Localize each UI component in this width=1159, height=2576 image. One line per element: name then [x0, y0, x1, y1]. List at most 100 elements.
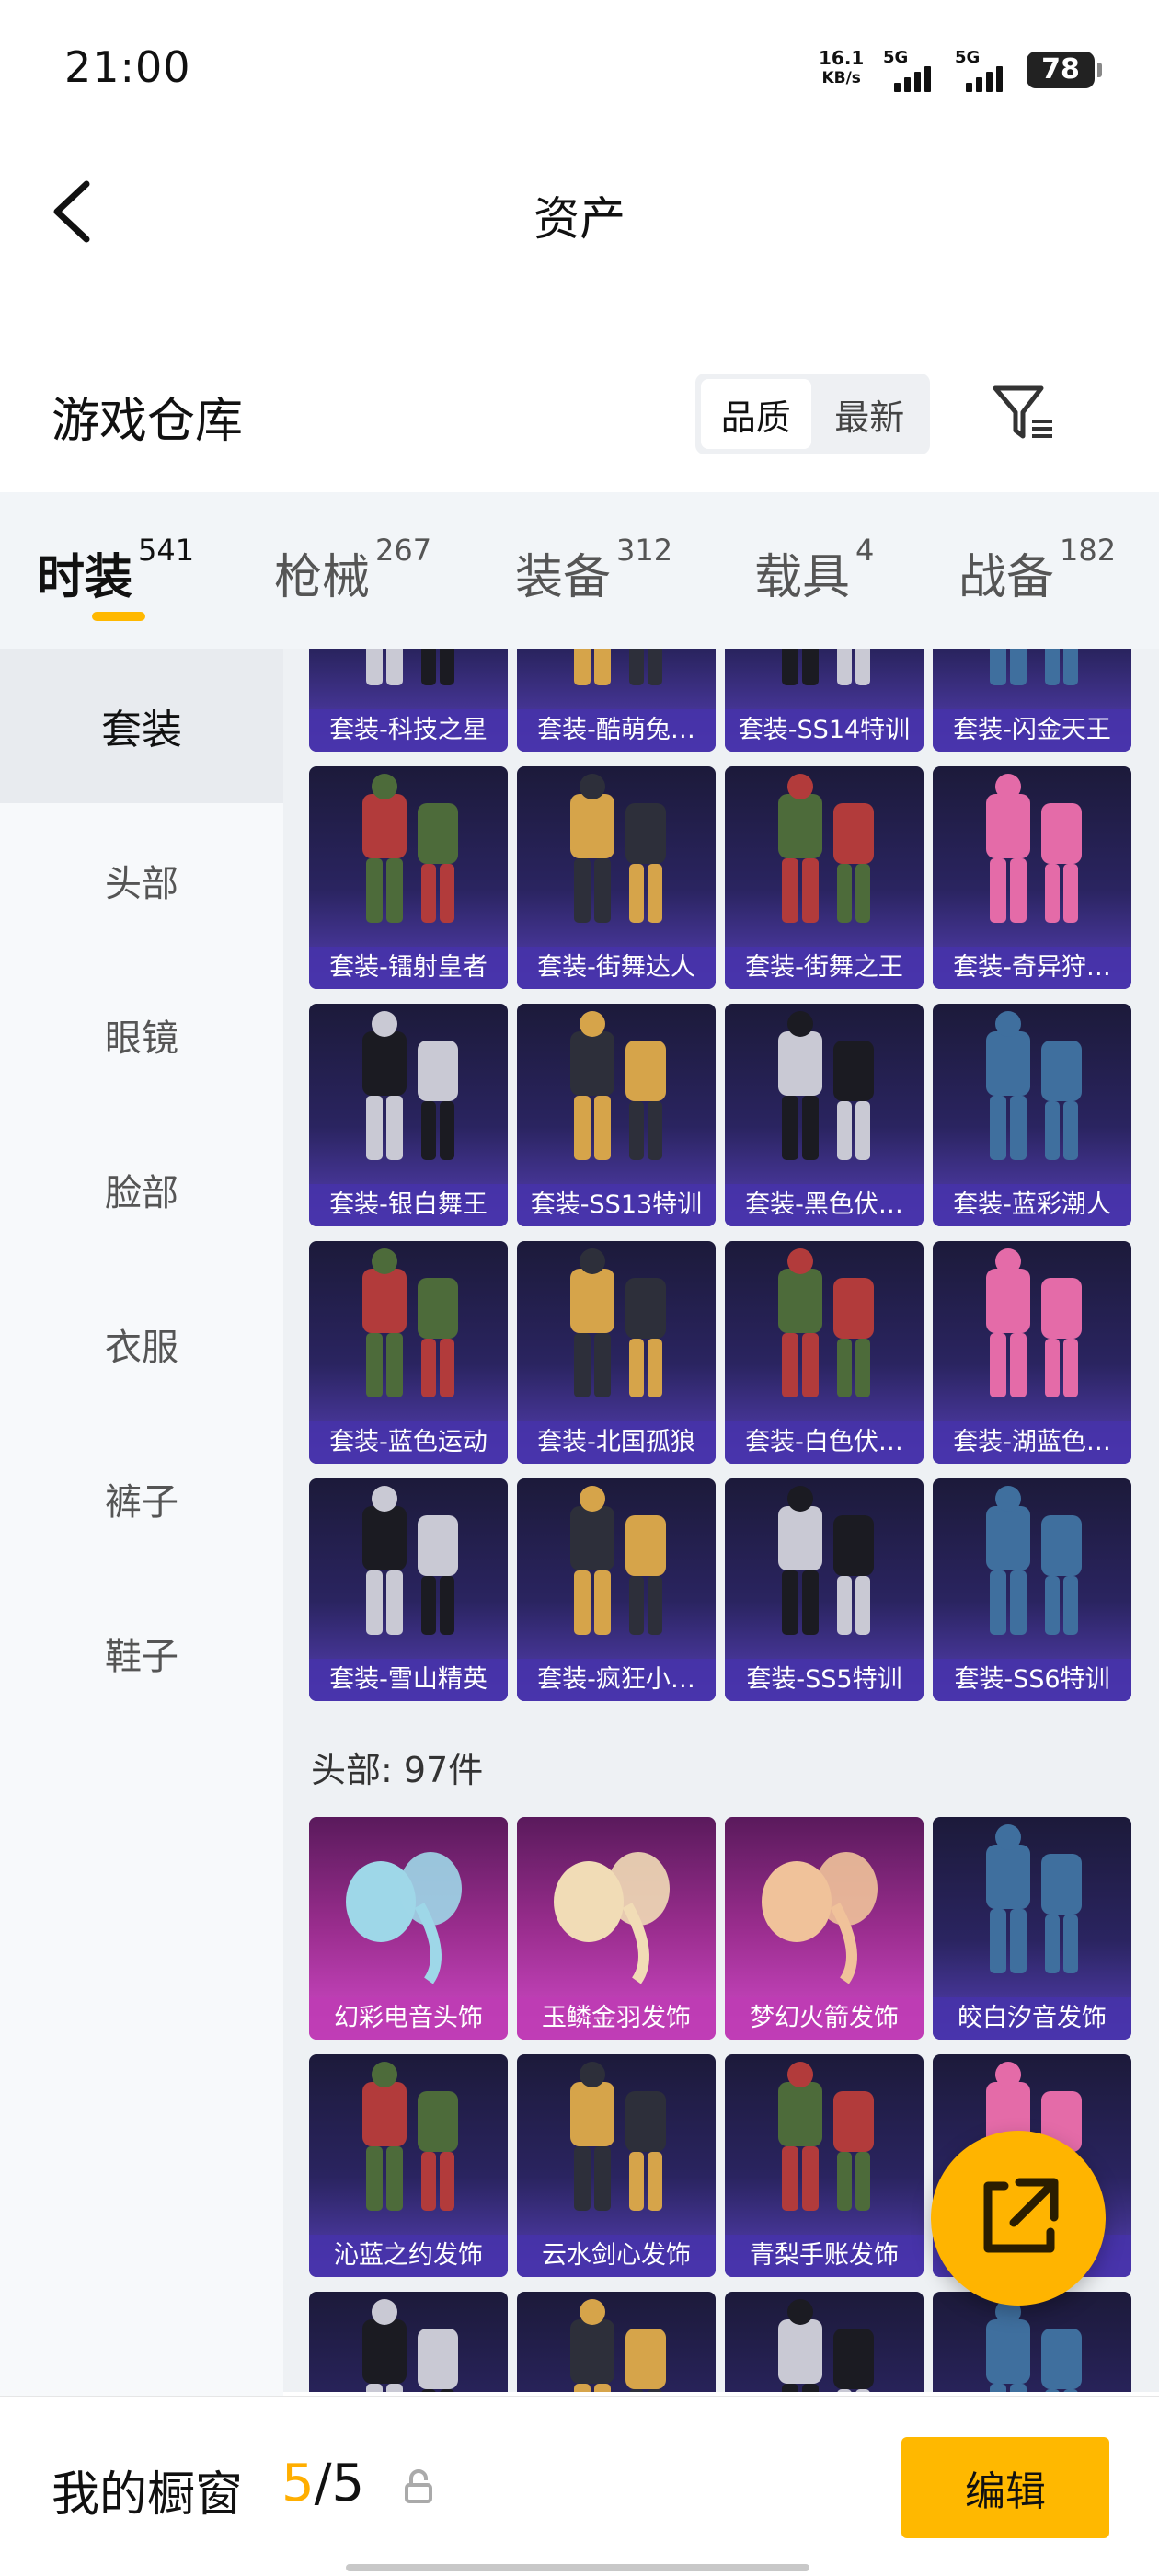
- head-item-card[interactable]: 云水剑心发饰: [517, 2054, 716, 2277]
- network-speed-unit: KB/s: [821, 69, 861, 87]
- sidebar: 套装 头部 眼镜 脸部 衣服 裤子 鞋子: [0, 649, 283, 2397]
- lock-icon: [405, 2469, 432, 2503]
- suit-item-name: 套装-SS13特训: [517, 1184, 716, 1226]
- head-item-card[interactable]: [725, 2292, 924, 2392]
- head-item-image: [778, 2299, 874, 2392]
- suit-item-name: 套装-SS14特训: [725, 709, 924, 752]
- suit-item-card[interactable]: 套装-街舞之王: [725, 766, 924, 989]
- sidebar-item-shoes[interactable]: 鞋子: [0, 1576, 283, 1731]
- suit-item-card[interactable]: 套装-银白舞王: [309, 1004, 508, 1226]
- suit-item-name: 套装-疯狂小…: [517, 1659, 716, 1701]
- suit-item-card[interactable]: 套装-北国孤狼: [517, 1241, 716, 1464]
- network-speed: 16.1 KB/s: [819, 48, 864, 88]
- suit-item-card[interactable]: 套装-镭射皇者: [309, 766, 508, 989]
- tab-fashion[interactable]: 时装 541: [37, 533, 194, 607]
- tab-vehicles[interactable]: 载具 4: [754, 533, 874, 607]
- head-item-card[interactable]: 沁蓝之约发饰: [309, 2054, 508, 2277]
- tab-equipment[interactable]: 装备 312: [515, 533, 672, 607]
- active-tab-indicator: [92, 612, 145, 621]
- sidebar-item-clothes[interactable]: 衣服: [0, 1267, 283, 1421]
- suit-item-name: 套装-黑色伏…: [725, 1184, 924, 1226]
- suit-item-image: [362, 1011, 458, 1160]
- suit-item-card[interactable]: 套装-闪金天王: [933, 649, 1131, 752]
- home-indicator: [346, 2564, 809, 2571]
- share-button[interactable]: [931, 2131, 1106, 2306]
- head-item-name: 皎白汐音发饰: [933, 1997, 1131, 2040]
- suit-item-image: [570, 1486, 666, 1635]
- window-count: 5/5: [281, 2454, 364, 2513]
- sidebar-item-glasses[interactable]: 眼镜: [0, 958, 283, 1112]
- suit-item-card[interactable]: 套装-科技之星: [309, 649, 508, 752]
- sort-toggle: 品质 最新: [695, 374, 930, 454]
- window-count-total: /5: [314, 2454, 365, 2513]
- suit-item-image: [990, 649, 1078, 685]
- suit-item-name: 套装-蓝色运动: [309, 1421, 508, 1464]
- head-item-image: [778, 2062, 874, 2211]
- suit-item-card[interactable]: 套装-奇异狩…: [933, 766, 1131, 989]
- suit-item-card[interactable]: 套装-SS14特训: [725, 649, 924, 752]
- head-item-card[interactable]: [517, 2292, 716, 2392]
- tab-supplies[interactable]: 战备 182: [958, 533, 1116, 607]
- window-count-current: 5: [281, 2454, 315, 2513]
- suit-item-name: 套装-蓝彩潮人: [933, 1184, 1131, 1226]
- head-section-title: 头部: 97件: [311, 1750, 484, 1790]
- suit-item-card[interactable]: 套装-湖蓝色…: [933, 1241, 1131, 1464]
- tab-vehicles-count: 4: [855, 533, 875, 568]
- suit-item-card[interactable]: 套装-SS13特训: [517, 1004, 716, 1226]
- sidebar-item-head[interactable]: 头部: [0, 803, 283, 958]
- suit-item-card[interactable]: 套装-酷萌兔…: [517, 649, 716, 752]
- suit-item-image: [986, 1248, 1082, 1397]
- edit-button[interactable]: 编辑: [901, 2437, 1109, 2538]
- head-item-card[interactable]: [933, 2292, 1131, 2392]
- tab-fashion-count: 541: [138, 533, 195, 568]
- head-item-card[interactable]: 梦幻火箭发饰: [725, 1817, 924, 2040]
- suit-item-image: [362, 774, 458, 923]
- share-icon: [983, 2178, 1059, 2253]
- sidebar-item-face[interactable]: 脸部: [0, 1112, 283, 1267]
- suit-item-image: [782, 649, 870, 685]
- suit-item-image: [366, 649, 454, 685]
- suit-item-image: [986, 774, 1082, 923]
- battery-icon: 78: [1027, 52, 1102, 88]
- my-window-label: 我的橱窗: [52, 2467, 244, 2523]
- filter-icon[interactable]: [990, 381, 1058, 445]
- head-item-card[interactable]: 青梨手账发饰: [725, 2054, 924, 2277]
- suit-item-image: [574, 649, 662, 685]
- head-item-card[interactable]: 玉鳞金羽发饰: [517, 1817, 716, 2040]
- head-item-card[interactable]: 幻彩电音头饰: [309, 1817, 508, 2040]
- suit-item-card[interactable]: 套装-雪山精英: [309, 1478, 508, 1701]
- suit-item-name: 套装-酷萌兔…: [517, 709, 716, 752]
- sort-quality-option[interactable]: 品质: [701, 379, 811, 449]
- suit-item-name: 套装-镭射皇者: [309, 947, 508, 989]
- head-item-card[interactable]: [309, 2292, 508, 2392]
- suit-item-card[interactable]: 套装-疯狂小…: [517, 1478, 716, 1701]
- sidebar-item-pants[interactable]: 裤子: [0, 1421, 283, 1576]
- suit-item-name: 套装-街舞达人: [517, 947, 716, 989]
- warehouse-title: 游戏仓库: [52, 394, 244, 449]
- suit-item-name: 套装-北国孤狼: [517, 1421, 716, 1464]
- signal-icon-sim1: 5G: [883, 48, 947, 92]
- suit-item-image: [570, 1011, 666, 1160]
- suit-item-card[interactable]: 套装-白色伏…: [725, 1241, 924, 1464]
- suit-item-card[interactable]: 套装-黑色伏…: [725, 1004, 924, 1226]
- head-item-name: 沁蓝之约发饰: [309, 2235, 508, 2277]
- suit-item-card[interactable]: 套装-蓝色运动: [309, 1241, 508, 1464]
- sort-newest-option[interactable]: 最新: [815, 379, 925, 449]
- suit-item-card[interactable]: 套装-街舞达人: [517, 766, 716, 989]
- head-grid: 幻彩电音头饰 玉鳞金羽发饰 梦幻火箭发饰 皎白汐音发饰沁蓝之约发饰 云水剑心发饰 青梨手账…: [309, 1817, 1131, 2392]
- suit-item-card[interactable]: 套装-蓝彩潮人: [933, 1004, 1131, 1226]
- suit-item-image: [986, 1486, 1082, 1635]
- status-bar: 21:00 16.1 KB/s 5G 5G 78: [0, 0, 1159, 138]
- signal-icon-sim2: 5G: [955, 48, 1019, 92]
- suit-item-card[interactable]: 套装-SS6特训: [933, 1478, 1131, 1701]
- suit-item-name: 套装-雪山精英: [309, 1659, 508, 1701]
- tab-equipment-count: 312: [616, 533, 673, 568]
- sidebar-item-suits[interactable]: 套装: [0, 649, 283, 803]
- head-item-image: [570, 2299, 666, 2392]
- suit-item-card[interactable]: 套装-SS5特训: [725, 1478, 924, 1701]
- tab-fashion-label: 时装: [37, 550, 133, 605]
- tab-weapons[interactable]: 枪械 267: [274, 533, 431, 607]
- suit-item-image: [778, 1248, 874, 1397]
- status-time: 21:00: [64, 42, 191, 92]
- head-item-card[interactable]: 皎白汐音发饰: [933, 1817, 1131, 2040]
